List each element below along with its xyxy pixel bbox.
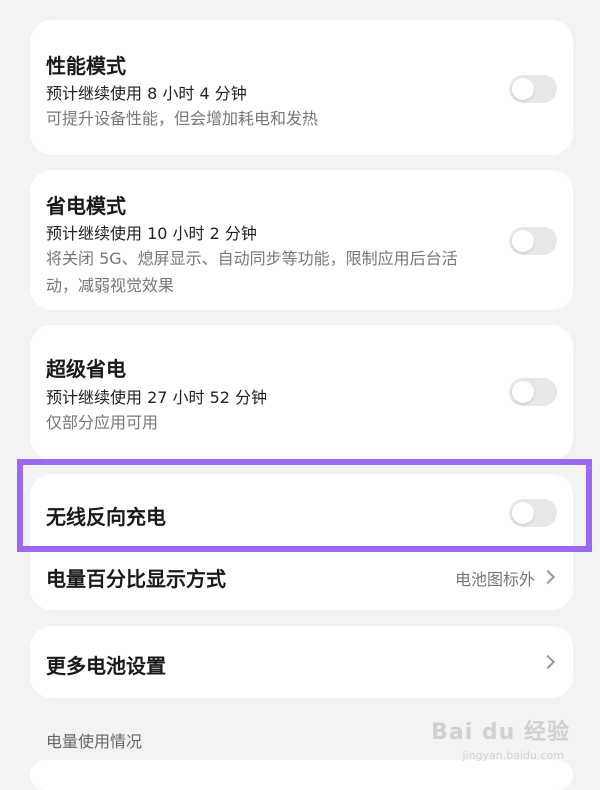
super-power-saving-toggle[interactable] xyxy=(509,378,557,406)
battery-percentage-title: 电量百分比显示方式 xyxy=(46,567,226,591)
toggle-knob xyxy=(512,230,534,252)
baidu-jingyan-url: jingyan.baidu.com xyxy=(462,749,564,762)
more-battery-settings-title: 更多电池设置 xyxy=(46,654,166,678)
battery-usage-section-label: 电量使用情况 xyxy=(46,732,143,751)
toggle-knob xyxy=(512,502,534,524)
super-power-saving-estimate: 预计继续使用 27 小时 52 分钟 xyxy=(46,388,268,407)
power-saving-mode-estimate: 预计继续使用 10 小时 2 分钟 xyxy=(46,224,257,243)
super-power-saving-title: 超级省电 xyxy=(46,357,126,381)
battery-percentage-value: 电池图标外 xyxy=(454,570,535,589)
battery-usage-card xyxy=(30,760,573,790)
super-power-saving-description: 仅部分应用可用 xyxy=(46,413,159,432)
charging-display-card: 无线反向充电 电量百分比显示方式 电池图标外 xyxy=(30,474,573,610)
performance-mode-card: 性能模式 预计继续使用 8 小时 4 分钟 可提升设备性能，但会增加耗电和发热 xyxy=(30,20,573,155)
wireless-reverse-charging-title: 无线反向充电 xyxy=(46,505,166,529)
toggle-knob xyxy=(512,381,534,403)
performance-mode-toggle[interactable] xyxy=(509,75,557,103)
performance-mode-estimate: 预计继续使用 8 小时 4 分钟 xyxy=(46,84,247,103)
power-saving-mode-toggle[interactable] xyxy=(509,227,557,255)
power-saving-mode-card: 省电模式 预计继续使用 10 小时 2 分钟 将关闭 5G、熄屏显示、自动同步等… xyxy=(30,170,573,310)
chevron-right-icon xyxy=(540,654,556,670)
more-battery-settings-row[interactable]: 更多电池设置 xyxy=(30,626,573,698)
chevron-right-icon xyxy=(540,569,556,585)
power-saving-mode-description: 将关闭 5G、熄屏显示、自动同步等功能，限制应用后台活动，减弱视觉效果 xyxy=(46,249,458,295)
power-saving-mode-title: 省电模式 xyxy=(46,194,126,218)
performance-mode-description: 可提升设备性能，但会增加耗电和发热 xyxy=(46,109,319,128)
super-power-saving-card: 超级省电 预计继续使用 27 小时 52 分钟 仅部分应用可用 xyxy=(30,325,573,460)
performance-mode-title: 性能模式 xyxy=(46,54,126,78)
toggle-knob xyxy=(512,78,534,100)
battery-percentage-row[interactable]: 电量百分比显示方式 电池图标外 xyxy=(30,550,573,606)
baidu-jingyan-watermark: Bai du 经验 xyxy=(431,720,570,745)
wireless-reverse-charging-toggle[interactable] xyxy=(509,499,557,527)
